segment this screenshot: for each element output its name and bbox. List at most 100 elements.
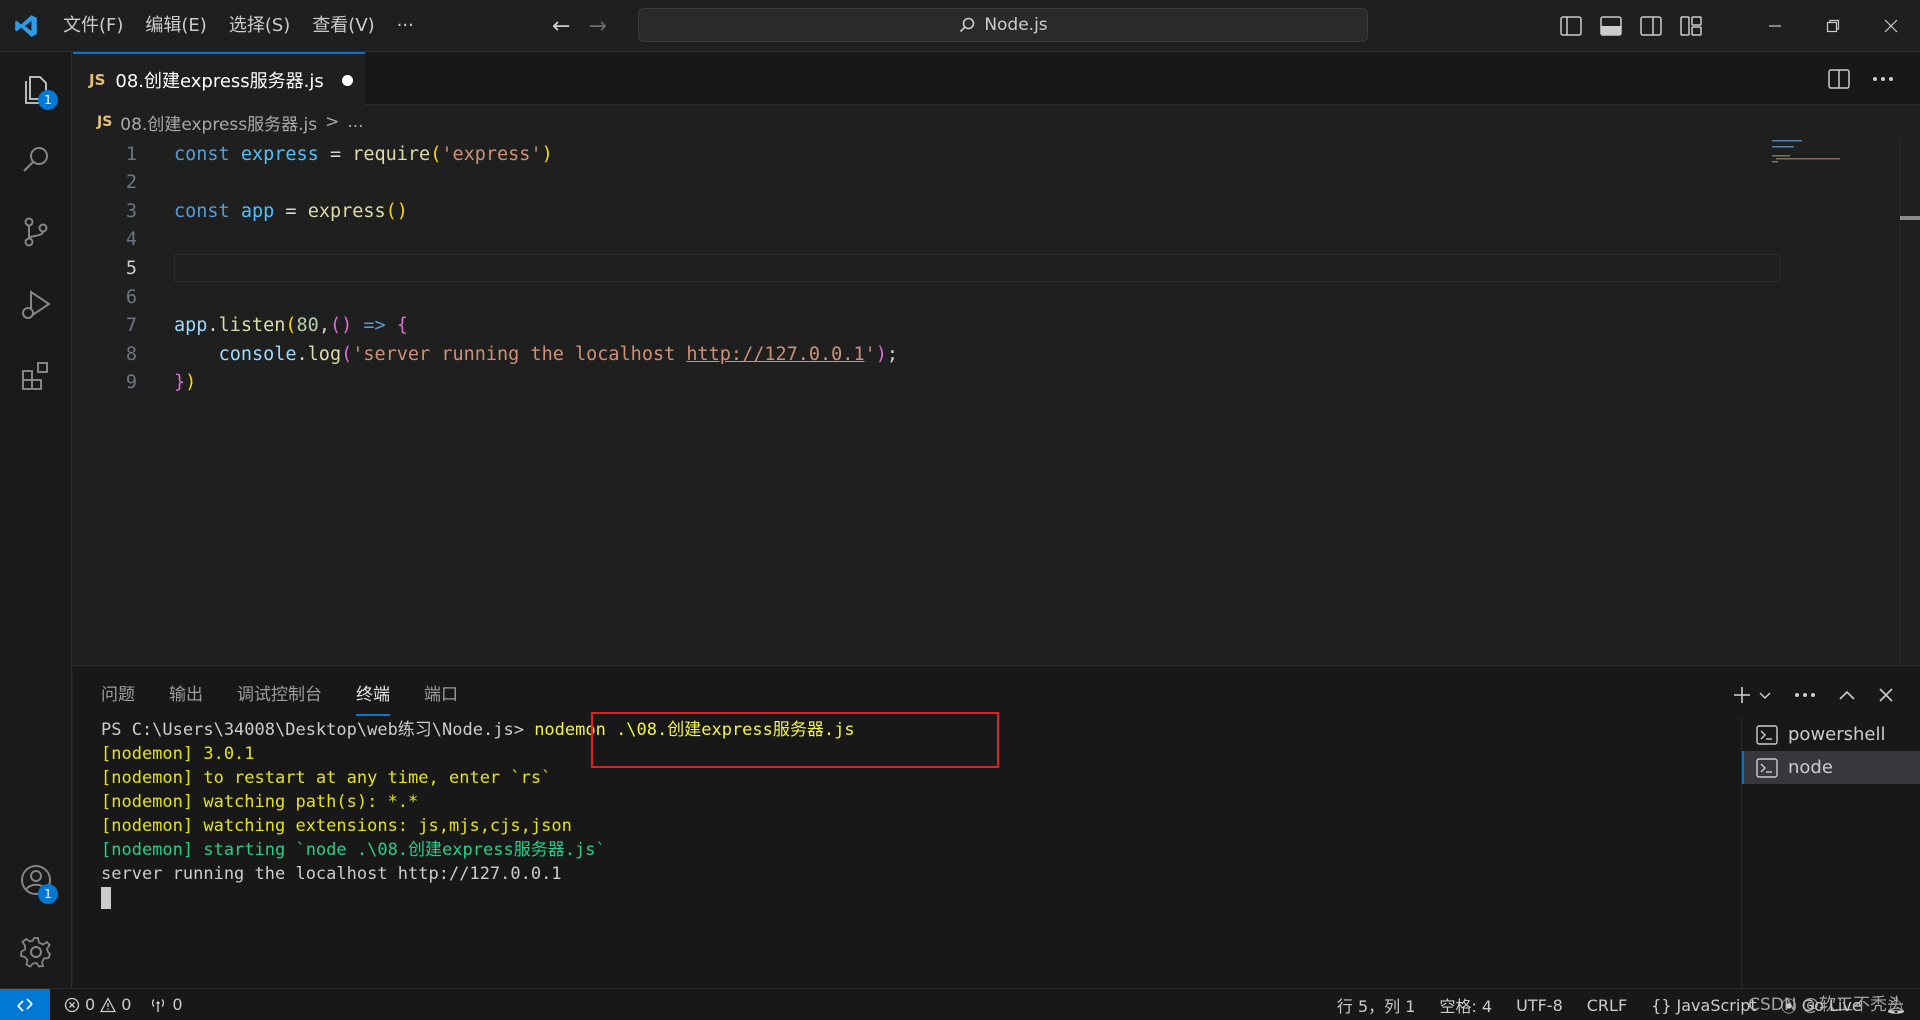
menu-edit[interactable]: 编辑(E) [134, 0, 217, 52]
title-bar: 文件(F) 编辑(E) 选择(S) 查看(V) ··· ← → Node.js [0, 0, 1920, 52]
csdn-watermark: CSDN @软工不秃头 [1748, 995, 1904, 1015]
command-center-search[interactable]: Node.js [638, 8, 1368, 42]
forward-arrow-icon[interactable]: → [588, 14, 606, 39]
manage-button[interactable] [0, 916, 72, 988]
new-terminal-plus-icon[interactable] [1732, 685, 1752, 705]
accounts-button[interactable]: 1 [0, 844, 72, 916]
warning-icon [100, 996, 117, 1012]
line-number: 7 [125, 314, 137, 336]
scrollbar-thumb[interactable] [1900, 216, 1920, 220]
code-text: const express = require('express') [174, 143, 553, 165]
run-debug-button[interactable] [0, 268, 72, 340]
terminal-line: [nodemon] watching extensions: js,mjs,cj… [101, 816, 572, 836]
restore-button[interactable] [1804, 0, 1862, 52]
bottom-panel: 问题 输出 调试控制台 终端 端口 PS C:\Users\34008\Desk… [73, 665, 1920, 989]
ports-status[interactable]: 0 [149, 995, 183, 1014]
back-arrow-icon[interactable]: ← [552, 14, 570, 39]
code-line-9: 9 }) [73, 368, 1773, 396]
editor-scrollbar[interactable] [1900, 138, 1920, 665]
search-icon [23, 147, 48, 172]
chevron-down-icon[interactable] [1758, 690, 1772, 700]
explorer-button[interactable]: 1 [0, 52, 72, 124]
remote-icon [17, 997, 33, 1012]
menu-selection[interactable]: 选择(S) [218, 0, 301, 52]
editor-actions [1828, 52, 1920, 105]
remote-indicator-button[interactable] [0, 988, 50, 1020]
editor-tab-bar: JS 08.创建express服务器.js [73, 52, 1920, 105]
breadcrumb-file[interactable]: 08.创建express服务器.js [120, 110, 317, 135]
command-highlight-box [591, 712, 999, 768]
end-of-line[interactable]: CRLF [1587, 996, 1627, 1015]
problems-status[interactable]: 0 0 [64, 995, 131, 1014]
terminal-cursor [101, 887, 111, 909]
terminal-item-powershell[interactable]: powershell [1742, 718, 1920, 751]
tab-ports[interactable]: 端口 [424, 680, 458, 716]
unsaved-dot-icon[interactable] [342, 75, 353, 86]
line-number: 5 [125, 257, 137, 279]
navigation-arrows: ← → [552, 0, 607, 52]
code-line-2: 2 [73, 168, 1773, 196]
more-actions-icon[interactable] [1872, 76, 1894, 82]
code-editor[interactable]: 1 const express = require('express') 2 3… [73, 138, 1920, 665]
terminal-line: [nodemon] to restart at any time, enter … [101, 768, 552, 788]
more-actions-icon[interactable] [1794, 692, 1816, 698]
source-control-icon [24, 217, 48, 247]
tab-problems[interactable]: 问题 [101, 680, 135, 716]
split-editor-icon[interactable] [1828, 68, 1850, 89]
breadcrumb: JS 08.创建express服务器.js > ... [73, 106, 1920, 138]
line-number: 8 [125, 343, 137, 365]
menu-file[interactable]: 文件(F) [52, 0, 134, 52]
terminal-item-node[interactable]: node [1742, 751, 1920, 784]
maximize-panel-chevron-up-icon[interactable] [1838, 689, 1856, 701]
encoding[interactable]: UTF-8 [1516, 996, 1563, 1015]
tab-output[interactable]: 输出 [169, 680, 203, 716]
indentation[interactable]: 空格: 4 [1439, 993, 1492, 1017]
broadcast-icon [152, 998, 165, 1012]
title-controls [1560, 0, 1920, 52]
code-text: app.listen(80,() => { [174, 314, 408, 336]
gear-icon [20, 937, 52, 968]
editor-tab[interactable]: JS 08.创建express服务器.js [73, 52, 365, 105]
close-icon [1884, 19, 1898, 33]
minimize-button[interactable] [1746, 0, 1804, 52]
close-panel-icon[interactable] [1878, 687, 1894, 703]
menu-more[interactable]: ··· [386, 0, 425, 52]
restore-icon [1826, 19, 1840, 33]
terminal-line: [nodemon] starting `node .\08.创建express服… [101, 840, 606, 860]
js-file-icon: JS [97, 114, 113, 130]
status-left: 0 0 0 [50, 995, 183, 1014]
run-debug-icon [22, 290, 51, 319]
status-bar: 0 0 0 行 5，列 1 空格: 4 UTF-8 CRLF {} JavaSc… [0, 988, 1920, 1020]
accounts-badge: 1 [38, 884, 58, 904]
terminal-icon [1756, 757, 1778, 778]
braces-icon: {} [1651, 995, 1672, 1015]
source-control-button[interactable] [0, 196, 72, 268]
close-window-button[interactable] [1862, 0, 1920, 52]
vscode-logo-icon [0, 0, 52, 52]
code-line-3: 3 const app = express() [73, 197, 1773, 225]
language-mode[interactable]: {} JavaScript [1651, 996, 1757, 1015]
panel-tabs: 问题 输出 调试控制台 终端 端口 [101, 680, 458, 716]
code-line-6: 6 [73, 283, 1773, 311]
tab-terminal[interactable]: 终端 [356, 680, 390, 716]
search-view-button[interactable] [0, 124, 72, 196]
toggle-panel-icon[interactable] [1600, 16, 1622, 36]
customize-layout-icon[interactable] [1680, 16, 1702, 36]
terminal-output[interactable]: PS C:\Users\34008\Desktop\web练习\Node.js>… [101, 712, 1741, 978]
toggle-secondary-sidebar-icon[interactable] [1640, 16, 1662, 36]
minimap[interactable] [1772, 138, 1852, 168]
breadcrumb-separator: > [325, 112, 340, 132]
breadcrumb-more[interactable]: ... [347, 112, 363, 132]
tab-debug-console[interactable]: 调试控制台 [237, 680, 322, 716]
line-number: 2 [125, 171, 137, 193]
ports-count: 0 [172, 995, 183, 1014]
search-text: Node.js [984, 15, 1048, 35]
cursor-position[interactable]: 行 5，列 1 [1337, 993, 1416, 1017]
toggle-primary-sidebar-icon[interactable] [1560, 16, 1582, 36]
terminal-item-label: node [1788, 757, 1833, 778]
menu-view[interactable]: 查看(V) [301, 0, 385, 52]
terminal-item-label: powershell [1788, 724, 1886, 745]
js-file-icon: JS [89, 70, 106, 89]
menu-bar: 文件(F) 编辑(E) 选择(S) 查看(V) ··· [52, 0, 425, 52]
extensions-button[interactable] [0, 340, 72, 412]
